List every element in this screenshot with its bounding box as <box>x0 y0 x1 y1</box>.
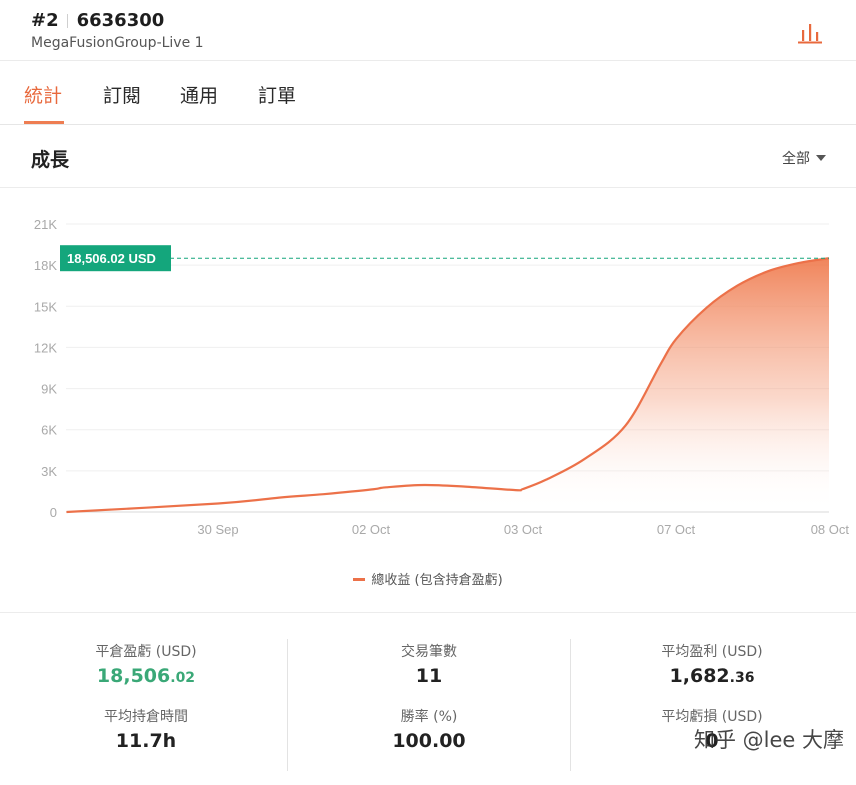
closed-pnl-value: 18,506.02 <box>6 665 286 687</box>
range-dropdown-value: 全部 <box>782 151 810 167</box>
x-tick-label: 30 Sep <box>197 522 238 537</box>
y-tick-label: 9K <box>41 382 57 397</box>
chart-legend[interactable]: 總收益 (包含持倉盈虧) <box>0 569 856 588</box>
tab-statistics[interactable]: 統計 <box>24 81 62 108</box>
current-value-label: 18,506.02 USD <box>67 251 156 266</box>
growth-chart-svg: 0 3K 6K 9K 12K 15K 18K 21K 30 Sep 02 Oct 03 Oct 07… <box>34 217 850 537</box>
y-tick-label: 18K <box>34 258 57 273</box>
x-tick-label: 08 Oct <box>811 522 850 537</box>
server-name: MegaFusionGroup-Live 1 <box>31 35 204 51</box>
stats-panel: 平倉盈虧 (USD) 18,506.02 交易筆數 11 平均盈利 (USD) … <box>0 613 856 785</box>
active-tab-indicator <box>24 121 64 124</box>
closed-pnl-label: 平倉盈虧 (USD) <box>95 644 197 660</box>
y-tick-label: 15K <box>34 299 57 314</box>
stats-divider <box>287 639 288 771</box>
tab-general[interactable]: 通用 <box>180 81 218 108</box>
range-dropdown[interactable]: 全部 <box>782 148 826 168</box>
legend-swatch <box>353 578 366 581</box>
stats-divider <box>570 639 571 771</box>
account-header: #2 6636300 MegaFusionGroup-Live 1 <box>0 0 856 61</box>
trade-count-int: 11 <box>415 665 443 687</box>
account-rank: #2 <box>31 10 59 31</box>
closed-pnl-int: 18,506 <box>96 665 171 687</box>
closed-pnl-dec: .02 <box>170 670 196 686</box>
win-rate-value: 100.00 <box>392 730 466 752</box>
bar-chart-icon[interactable] <box>797 21 823 45</box>
account-number: 6636300 <box>76 10 165 31</box>
avg-profit-label: 平均盈利 (USD) <box>661 644 763 660</box>
y-tick-label: 0 <box>50 505 57 520</box>
trade-count-value: 11 <box>289 665 569 687</box>
title-divider <box>66 13 68 28</box>
chevron-down-icon <box>816 155 826 161</box>
tab-bar: 統計 訂閱 通用 訂單 <box>0 61 856 125</box>
legend-label: 總收益 (包含持倉盈虧) <box>371 573 503 588</box>
tab-orders[interactable]: 訂單 <box>258 81 296 108</box>
avg-profit-dec: .36 <box>729 670 755 686</box>
avg-profit-int: 1,682 <box>669 665 730 687</box>
x-tick-label: 03 Oct <box>504 522 543 537</box>
y-tick-label: 3K <box>41 464 57 479</box>
x-tick-label: 07 Oct <box>657 522 696 537</box>
avg-hold-time-value: 11.7h <box>115 730 177 752</box>
account-title: #2 6636300 <box>31 10 164 31</box>
y-tick-label: 6K <box>41 423 57 438</box>
y-tick-label: 12K <box>34 340 57 355</box>
avg-profit-value: 1,682.36 <box>572 665 852 687</box>
tab-subscriptions[interactable]: 訂閱 <box>103 81 141 108</box>
avg-hold-time-label: 平均持倉時間 <box>104 709 188 725</box>
chart-area-fill <box>66 258 829 512</box>
growth-chart: 0 3K 6K 9K 12K 15K 18K 21K 30 Sep 02 Oct 03 Oct 07… <box>0 188 856 613</box>
current-value-badge: 18,506.02 USD <box>60 245 171 272</box>
growth-section-header: 成長 全部 <box>0 125 856 188</box>
trade-count-label: 交易筆數 <box>401 644 457 660</box>
watermark: 知乎 @lee 大摩 <box>694 728 845 752</box>
win-rate-label: 勝率 (%) <box>400 709 458 725</box>
avg-loss-label: 平均虧損 (USD) <box>661 709 763 725</box>
section-title: 成長 <box>31 149 70 171</box>
x-tick-label: 02 Oct <box>352 522 391 537</box>
y-tick-label: 21K <box>34 217 57 232</box>
